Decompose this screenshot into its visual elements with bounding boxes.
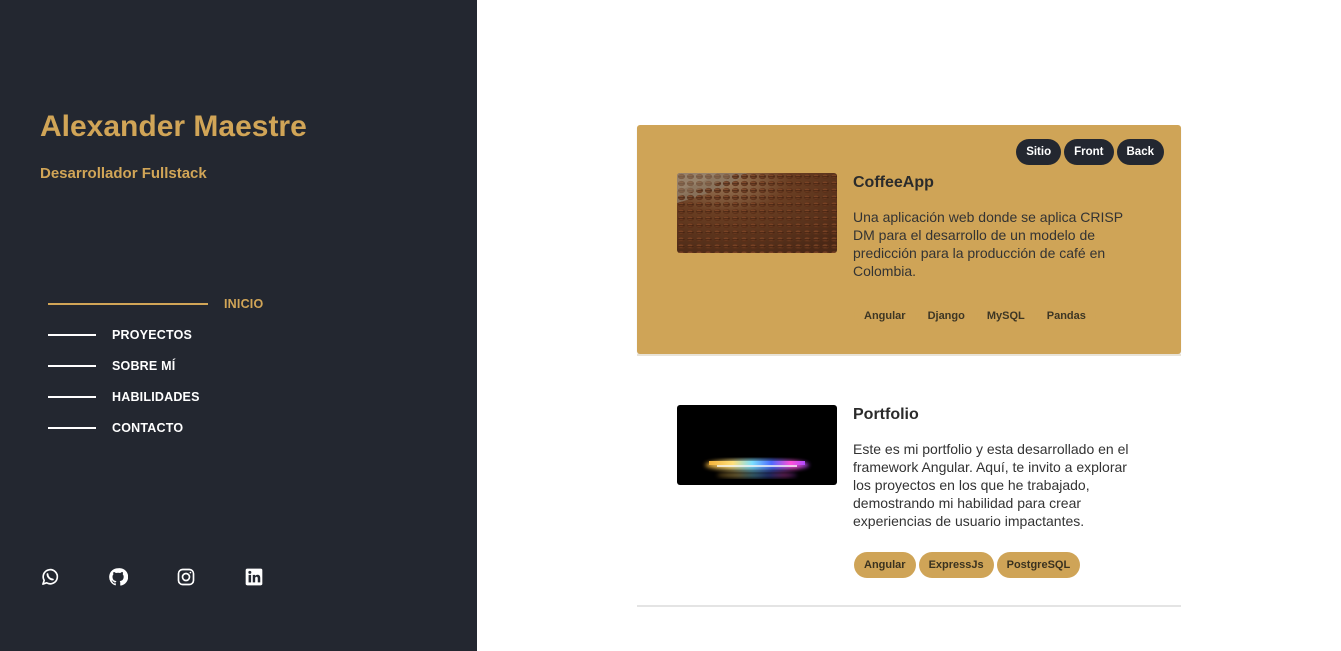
tech-tags: Angular Django MySQL Pandas <box>854 303 1098 329</box>
project-description: Este es mi portfolio y esta desarrollado… <box>853 441 1129 529</box>
tech-tag: MySQL <box>976 303 1035 329</box>
nav-item-proyectos[interactable]: PROYECTOS <box>48 319 263 350</box>
nav-item-label: HABILIDADES <box>112 389 200 404</box>
project-links: Sitio Front Back <box>1013 139 1164 165</box>
profile-role: Desarrollador Fullstack <box>40 165 207 182</box>
nav-item-habilidades[interactable]: HABILIDADES <box>48 381 263 412</box>
back-repo-button[interactable]: Back <box>1116 139 1164 165</box>
tech-tag: Angular <box>854 552 916 578</box>
project-card[interactable]: Sitio Front Back CoffeeApp Una aplicació… <box>637 125 1181 356</box>
site-link-button[interactable]: Sitio <box>1016 139 1062 165</box>
instagram-icon[interactable] <box>176 567 196 587</box>
nav-indicator-line <box>48 364 96 367</box>
main-nav: INICIO PROYECTOS SOBRE MÍ HABILIDADES CO… <box>48 288 263 443</box>
laptop-glow-image <box>677 405 837 485</box>
nav-indicator-line <box>48 426 96 429</box>
nav-indicator-line <box>48 333 96 336</box>
nav-item-label: CONTACTO <box>112 420 184 435</box>
tech-tag: Angular <box>854 303 916 329</box>
profile-name: Alexander Maestre <box>40 110 307 143</box>
tech-tag: PostgreSQL <box>996 552 1081 578</box>
nav-item-label: INICIO <box>224 296 264 311</box>
front-repo-button[interactable]: Front <box>1064 139 1114 165</box>
nav-item-label: SOBRE MÍ <box>112 358 176 373</box>
linkedin-icon[interactable] <box>244 567 264 587</box>
whatsapp-icon[interactable] <box>40 567 60 587</box>
nav-item-contacto[interactable]: CONTACTO <box>48 412 263 443</box>
nav-item-label: PROYECTOS <box>112 327 193 342</box>
project-title: Portfolio <box>853 406 919 423</box>
project-card[interactable]: Portfolio Este es mi portfolio y esta de… <box>637 375 1181 607</box>
nav-item-sobre-mi[interactable]: SOBRE MÍ <box>48 350 263 381</box>
project-title: CoffeeApp <box>853 174 934 191</box>
tech-tags: Angular ExpressJs PostgreSQL <box>854 552 1083 578</box>
tech-tag: ExpressJs <box>918 552 994 578</box>
nav-indicator-line <box>48 302 208 305</box>
tech-tag: Django <box>917 303 975 329</box>
coffee-beans-image <box>677 173 837 253</box>
github-icon[interactable] <box>108 567 128 587</box>
social-links <box>40 567 312 587</box>
tech-tag: Pandas <box>1036 303 1096 329</box>
nav-item-inicio[interactable]: INICIO <box>48 288 263 319</box>
nav-indicator-line <box>48 395 96 398</box>
project-description: Una aplicación web donde se aplica CRISP… <box>853 209 1123 279</box>
sidebar: Alexander Maestre Desarrollador Fullstac… <box>0 0 477 651</box>
